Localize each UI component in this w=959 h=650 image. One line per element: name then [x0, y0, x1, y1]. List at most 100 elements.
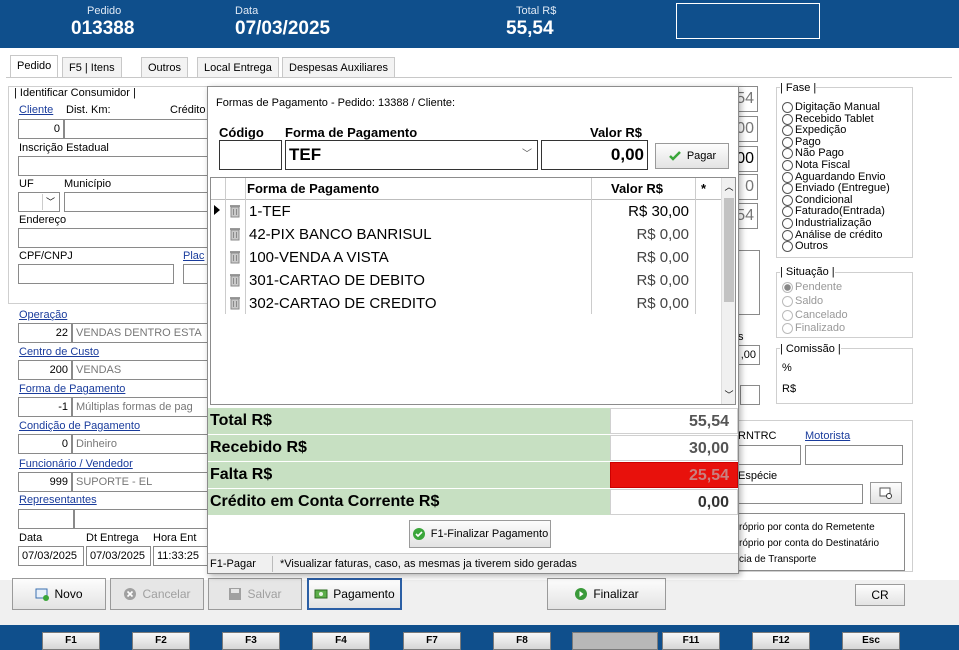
fkey-f3[interactable]: F3: [222, 632, 280, 650]
radio-button[interactable]: [782, 113, 793, 125]
trash-icon[interactable]: [228, 272, 242, 287]
endereco-input[interactable]: [18, 228, 208, 248]
radio-button[interactable]: [782, 241, 793, 253]
representantes-code-input[interactable]: [18, 509, 74, 529]
forma-select[interactable]: TEF ﹀: [285, 140, 538, 170]
scroll-thumb[interactable]: [724, 198, 734, 302]
hora-input[interactable]: 11:33:25: [153, 546, 208, 566]
tab-itens[interactable]: F5 | Itens: [62, 57, 122, 77]
pagar-button[interactable]: Pagar: [655, 143, 729, 169]
situacao-option[interactable]: Cancelado: [782, 309, 910, 324]
radio-button[interactable]: [782, 309, 793, 321]
cliente-code-input[interactable]: 0: [18, 119, 64, 139]
centro-code-input[interactable]: 200: [18, 360, 72, 380]
fkey-f11[interactable]: F11: [662, 632, 720, 650]
motorista-input[interactable]: [805, 445, 903, 465]
fkey-f2[interactable]: F2: [132, 632, 190, 650]
ie-input[interactable]: [18, 156, 208, 176]
finalizar-button[interactable]: Finalizar: [547, 578, 666, 610]
radio-button[interactable]: [782, 171, 793, 183]
tab-despesas[interactable]: Despesas Auxiliares: [282, 57, 396, 77]
comissao-partial-input-2[interactable]: [740, 385, 760, 405]
funcionario-code-input[interactable]: 999: [18, 472, 72, 492]
funcionario-link[interactable]: Funcionário / Vendedor: [19, 458, 133, 470]
condicao-link[interactable]: Condição de Pagamento: [19, 420, 140, 432]
dt-entrega-input[interactable]: 07/03/2025: [86, 546, 151, 566]
situacao-option[interactable]: Pendente: [782, 282, 910, 296]
condicao-code-input[interactable]: 0: [18, 434, 72, 454]
especie-input[interactable]: [735, 484, 863, 504]
operacao-code-input[interactable]: 22: [18, 323, 72, 343]
cpf-input[interactable]: [18, 264, 174, 284]
placa-input[interactable]: [183, 264, 208, 284]
representantes-desc[interactable]: [74, 509, 208, 529]
radio-button[interactable]: [782, 102, 793, 113]
radio-button[interactable]: [782, 229, 793, 241]
table-row[interactable]: 301-CARTAO DE DEBITO R$ 0,00: [211, 269, 721, 292]
radio-button[interactable]: [782, 136, 793, 148]
tab-outros[interactable]: Outros: [141, 57, 189, 77]
fkey-f8[interactable]: F8: [493, 632, 551, 650]
fkey-f7[interactable]: F7: [403, 632, 461, 650]
codigo-input[interactable]: [219, 140, 282, 170]
cancelar-button[interactable]: Cancelar: [110, 578, 204, 610]
chevron-down-icon[interactable]: ﹀: [42, 194, 58, 210]
situacao-option[interactable]: Finalizado: [782, 323, 910, 337]
fase-option[interactable]: Outros: [782, 241, 912, 253]
frete-options[interactable]: róprio por conta do Remetente róprio por…: [735, 513, 905, 571]
trash-icon[interactable]: [228, 203, 242, 218]
tab-pedido[interactable]: Pedido: [10, 55, 59, 77]
radio-button[interactable]: [782, 206, 793, 218]
tab-local-entrega[interactable]: Local Entrega: [197, 57, 279, 77]
data-input[interactable]: 07/03/2025: [18, 546, 84, 566]
radio-button[interactable]: [782, 148, 793, 160]
scroll-down-icon[interactable]: ﹀: [722, 388, 736, 401]
radio-button[interactable]: [782, 125, 793, 137]
placa-link[interactable]: Plac: [183, 250, 204, 262]
motorista-link[interactable]: Motorista: [805, 430, 850, 442]
frete-opt-destinatario[interactable]: róprio por conta do Destinatário: [739, 536, 901, 552]
forma-code-input[interactable]: -1: [18, 397, 72, 417]
radio-button[interactable]: [782, 282, 793, 293]
operacao-link[interactable]: Operação: [19, 309, 67, 321]
chevron-down-icon[interactable]: ﹀: [518, 142, 536, 168]
table-row[interactable]: 302-CARTAO DE CREDITO R$ 0,00: [211, 292, 721, 315]
radio-button[interactable]: [782, 194, 793, 206]
cliente-link[interactable]: Cliente: [19, 104, 53, 116]
fase-option[interactable]: Digitação Manual: [782, 102, 912, 114]
fase-option[interactable]: Industrialização: [782, 217, 912, 230]
fkey-f1[interactable]: F1: [42, 632, 100, 650]
radio-button[interactable]: [782, 217, 793, 229]
radio-button[interactable]: [782, 295, 793, 307]
uf-select[interactable]: ﹀: [18, 192, 60, 212]
pagamento-button[interactable]: Pagamento: [307, 578, 402, 610]
especie-search-button[interactable]: [870, 482, 902, 504]
frete-opt-remetente[interactable]: róprio por conta do Remetente: [739, 520, 901, 536]
trash-icon[interactable]: [228, 295, 242, 310]
table-row[interactable]: 1-TEF R$ 30,00: [211, 200, 721, 223]
fkey-f4[interactable]: F4: [312, 632, 370, 650]
rntrc-input[interactable]: [735, 445, 801, 465]
cliente-name-input[interactable]: [64, 119, 208, 139]
forma-pagamento-link[interactable]: Forma de Pagamento: [19, 383, 125, 395]
radio-button[interactable]: [782, 183, 793, 195]
situacao-option[interactable]: Saldo: [782, 295, 910, 310]
valor-input[interactable]: 0,00: [541, 140, 648, 170]
fase-option[interactable]: Nota Fiscal: [782, 159, 912, 172]
fkey-blank[interactable]: [572, 632, 658, 650]
centro-link[interactable]: Centro de Custo: [19, 346, 99, 358]
trash-icon[interactable]: [228, 226, 242, 241]
frete-opt-transporte[interactable]: cia de Transporte: [739, 552, 901, 568]
fkey-esc[interactable]: Esc: [842, 632, 900, 650]
radio-button[interactable]: [782, 323, 793, 335]
novo-button[interactable]: Novo: [12, 578, 106, 610]
municipio-input[interactable]: [64, 192, 208, 212]
radio-button[interactable]: [782, 159, 793, 171]
cr-button[interactable]: CR: [855, 584, 905, 606]
table-row[interactable]: 100-VENDA A VISTA R$ 0,00: [211, 246, 721, 269]
grid-scrollbar[interactable]: ︿ ﹀: [721, 178, 735, 404]
fase-option[interactable]: Enviado (Entregue): [782, 183, 912, 195]
representantes-link[interactable]: Representantes: [19, 494, 97, 506]
fkey-f12[interactable]: F12: [752, 632, 810, 650]
table-row[interactable]: 42-PIX BANCO BANRISUL R$ 0,00: [211, 223, 721, 246]
